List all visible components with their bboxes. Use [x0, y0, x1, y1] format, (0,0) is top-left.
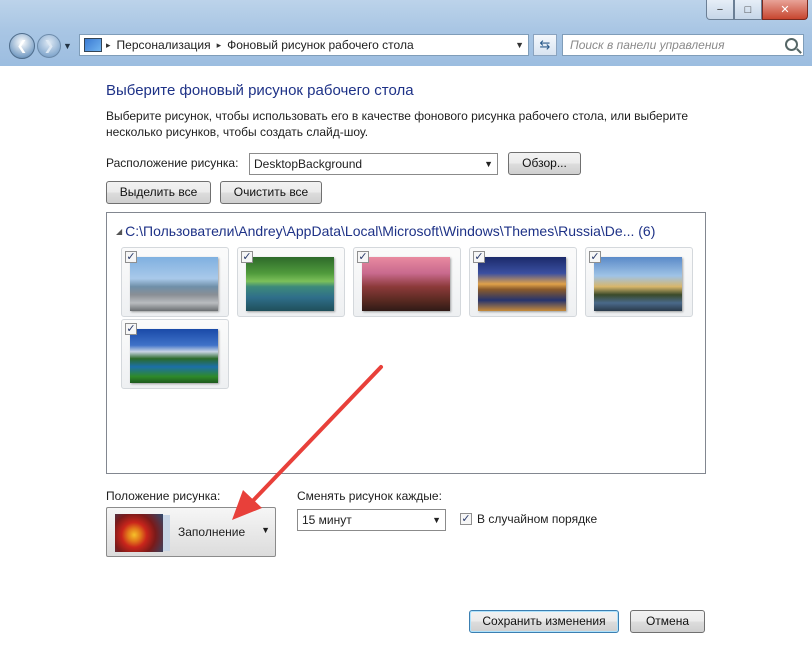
interval-select-value: 15 минут	[302, 513, 352, 527]
folder-path: C:\Пользователи\Andrey\AppData\Local\Mic…	[125, 223, 635, 239]
interval-label: Сменять рисунок каждые:	[297, 489, 442, 503]
thumbnail-checkbox[interactable]: ✓	[241, 251, 253, 263]
description-line: несколько рисунков, чтобы создать слайд-…	[106, 125, 369, 139]
location-select-value: DesktopBackground	[254, 157, 363, 171]
breadcrumb-desktop-background[interactable]: Фоновый рисунок рабочего стола	[227, 38, 414, 52]
clear-all-button[interactable]: Очистить все	[220, 181, 322, 204]
breadcrumb-separator-icon[interactable]: ▸	[217, 40, 222, 51]
window-controls: − □ ✕	[706, 0, 808, 20]
forward-button[interactable]: ❯	[37, 34, 61, 58]
thumbnail-lake[interactable]: ✓	[237, 247, 345, 317]
navigation-buttons: ❮ ❯ ▼	[9, 33, 73, 59]
collapse-triangle-icon[interactable]: ◢	[116, 227, 122, 236]
thumbnail-checkbox[interactable]: ✓	[589, 251, 601, 263]
close-button[interactable]: ✕	[762, 0, 808, 20]
save-changes-button[interactable]: Сохранить изменения	[469, 610, 619, 633]
title-bar: − □ ✕ ❮ ❯ ▼ ▸ Персонализация ▸ Фоновый р…	[0, 0, 812, 66]
thumbnail-image-cathedral	[362, 257, 450, 311]
thumbnail-shore[interactable]: ✓	[121, 247, 229, 317]
thumbnail-checkbox[interactable]: ✓	[473, 251, 485, 263]
position-select-value: Заполнение	[178, 525, 246, 539]
address-dropdown-icon[interactable]: ▼	[515, 40, 524, 50]
select-all-button[interactable]: Выделить все	[106, 181, 211, 204]
control-panel-icon	[84, 38, 102, 52]
thumbnail-city[interactable]: ✓	[469, 247, 577, 317]
thumbnail-image-lake	[246, 257, 334, 311]
cancel-button[interactable]: Отмена	[630, 610, 705, 633]
recent-pages-dropdown[interactable]: ▼	[63, 41, 73, 51]
thumbnail-image-shore	[130, 257, 218, 311]
thumbnail-checkbox[interactable]: ✓	[125, 323, 137, 335]
thumbnail-checkbox[interactable]: ✓	[357, 251, 369, 263]
thumbnail-image-city	[478, 257, 566, 311]
address-bar[interactable]: ▸ Персонализация ▸ Фоновый рисунок рабоч…	[79, 34, 529, 56]
location-select[interactable]: DesktopBackground ▼	[249, 153, 498, 175]
thumbnail-volcano[interactable]: ✓	[121, 319, 229, 389]
search-placeholder: Поиск в панели управления	[570, 38, 725, 52]
content-pane: Выберите фоновый рисунок рабочего стола …	[0, 66, 812, 654]
browse-button[interactable]: Обзор...	[508, 152, 581, 175]
minimize-button[interactable]: −	[706, 0, 734, 20]
position-select[interactable]: Заполнение ▼	[106, 507, 276, 557]
thumbnail-cathedral[interactable]: ✓	[353, 247, 461, 317]
back-arrow-icon: ❮	[16, 38, 28, 53]
description-line: Выберите рисунок, чтобы использовать его…	[106, 109, 689, 123]
breadcrumb-separator-icon[interactable]: ▸	[106, 40, 111, 51]
search-icon[interactable]	[785, 38, 798, 51]
page-description: Выберите рисунок, чтобы использовать его…	[106, 108, 706, 140]
back-button[interactable]: ❮	[9, 33, 35, 59]
thumbnail-image-volcano	[130, 329, 218, 383]
refresh-button[interactable]: ⇆	[533, 34, 557, 56]
search-input[interactable]: Поиск в панели управления	[562, 34, 804, 56]
folder-group-header[interactable]: ◢ C:\Пользователи\Andrey\AppData\Local\Mi…	[116, 223, 655, 239]
refresh-icon: ⇆	[539, 37, 551, 52]
interval-select[interactable]: 15 минут ▼	[297, 509, 446, 531]
thumbnail-checkbox[interactable]: ✓	[125, 251, 137, 263]
shuffle-checkbox[interactable]: ✓	[460, 513, 472, 525]
forward-arrow-icon: ❯	[43, 38, 55, 53]
maximize-button[interactable]: □	[734, 0, 762, 20]
position-preview-image	[115, 514, 163, 552]
location-label: Расположение рисунка:	[106, 156, 239, 170]
thumbnail-image-sunset	[594, 257, 682, 311]
chevron-down-icon: ▼	[63, 41, 72, 51]
folder-picture-count: (6)	[638, 223, 656, 239]
chevron-down-icon: ▼	[484, 159, 493, 169]
chevron-down-icon: ▼	[432, 515, 441, 525]
page-title: Выберите фоновый рисунок рабочего стола	[106, 82, 414, 99]
shuffle-label[interactable]: В случайном порядке	[477, 512, 597, 526]
position-label: Положение рисунка:	[106, 489, 221, 503]
breadcrumb-personalization[interactable]: Персонализация	[117, 38, 211, 52]
thumbnail-sunset[interactable]: ✓	[585, 247, 693, 317]
chevron-down-icon: ▼	[261, 525, 270, 535]
picture-gallery: ◢ C:\Пользователи\Andrey\AppData\Local\Mi…	[106, 212, 706, 474]
